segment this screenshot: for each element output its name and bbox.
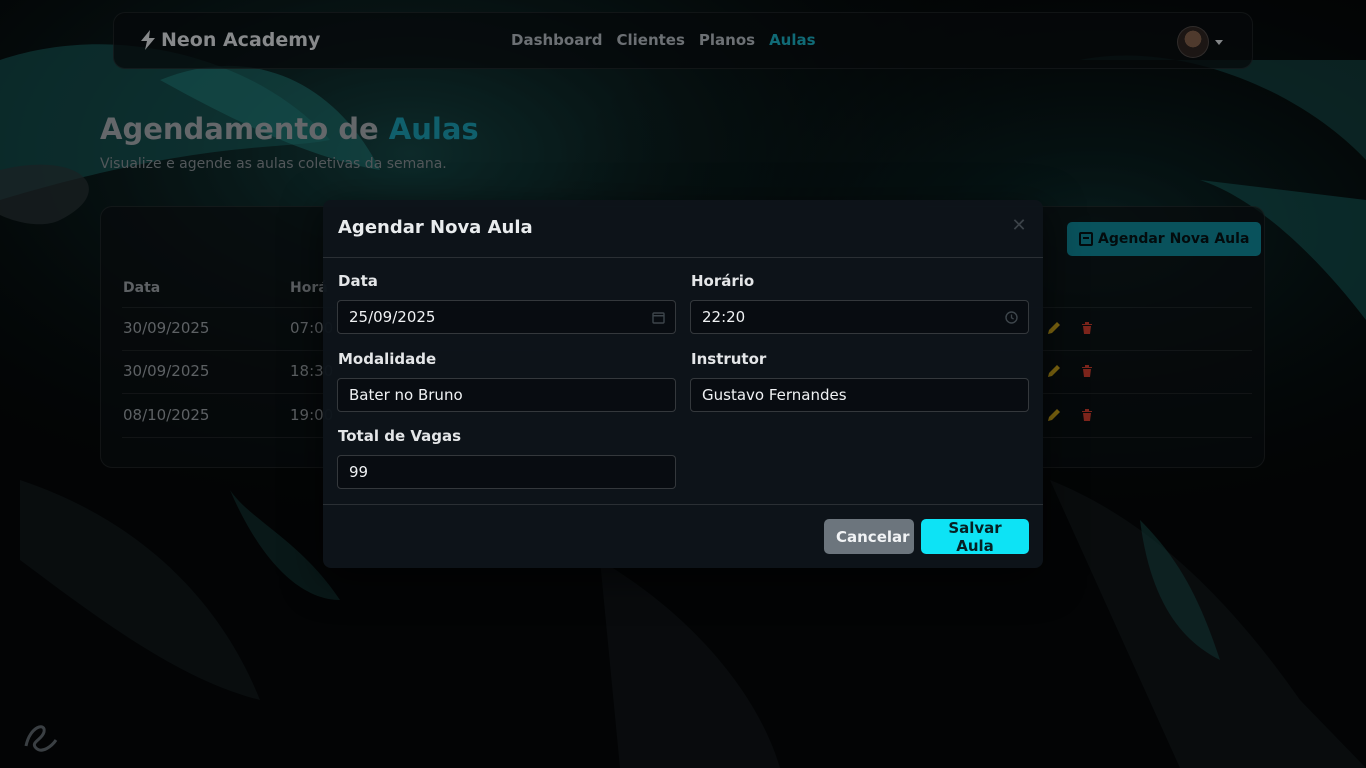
horario-label: Horário [691, 272, 755, 290]
vagas-input[interactable]: 99 [337, 455, 676, 489]
time-input-value: 22:20 [702, 308, 746, 326]
calendar-icon[interactable] [652, 311, 665, 324]
vagas-label: Total de Vagas [338, 427, 462, 445]
save-class-button[interactable]: Salvar Aula [921, 519, 1029, 555]
modalidade-input[interactable]: Bater no Bruno [337, 378, 676, 412]
instrutor-label: Instrutor [691, 350, 767, 368]
clock-icon[interactable] [1005, 311, 1018, 324]
instrutor-input-value: Gustavo Fernandes [702, 386, 847, 404]
cancel-button[interactable]: Cancelar [824, 519, 914, 554]
schedule-class-modal: Agendar Nova Aula ✕ Data 25/09/2025 Horá… [323, 200, 1043, 568]
signature-logo-icon [24, 725, 58, 752]
date-input[interactable]: 25/09/2025 [337, 300, 676, 334]
modal-title: Agendar Nova Aula [338, 217, 533, 238]
date-input-value: 25/09/2025 [349, 308, 436, 326]
data-label: Data [338, 272, 378, 290]
vagas-input-value: 99 [349, 463, 369, 481]
close-icon[interactable]: ✕ [1011, 217, 1027, 235]
modalidade-input-value: Bater no Bruno [349, 386, 463, 404]
modal-header: Agendar Nova Aula ✕ [323, 200, 1043, 258]
modalidade-label: Modalidade [338, 350, 437, 368]
corner-watermark-logo [18, 716, 62, 756]
instrutor-input[interactable]: Gustavo Fernandes [690, 378, 1029, 412]
modal-footer-divider [323, 504, 1043, 505]
time-input[interactable]: 22:20 [690, 300, 1029, 334]
